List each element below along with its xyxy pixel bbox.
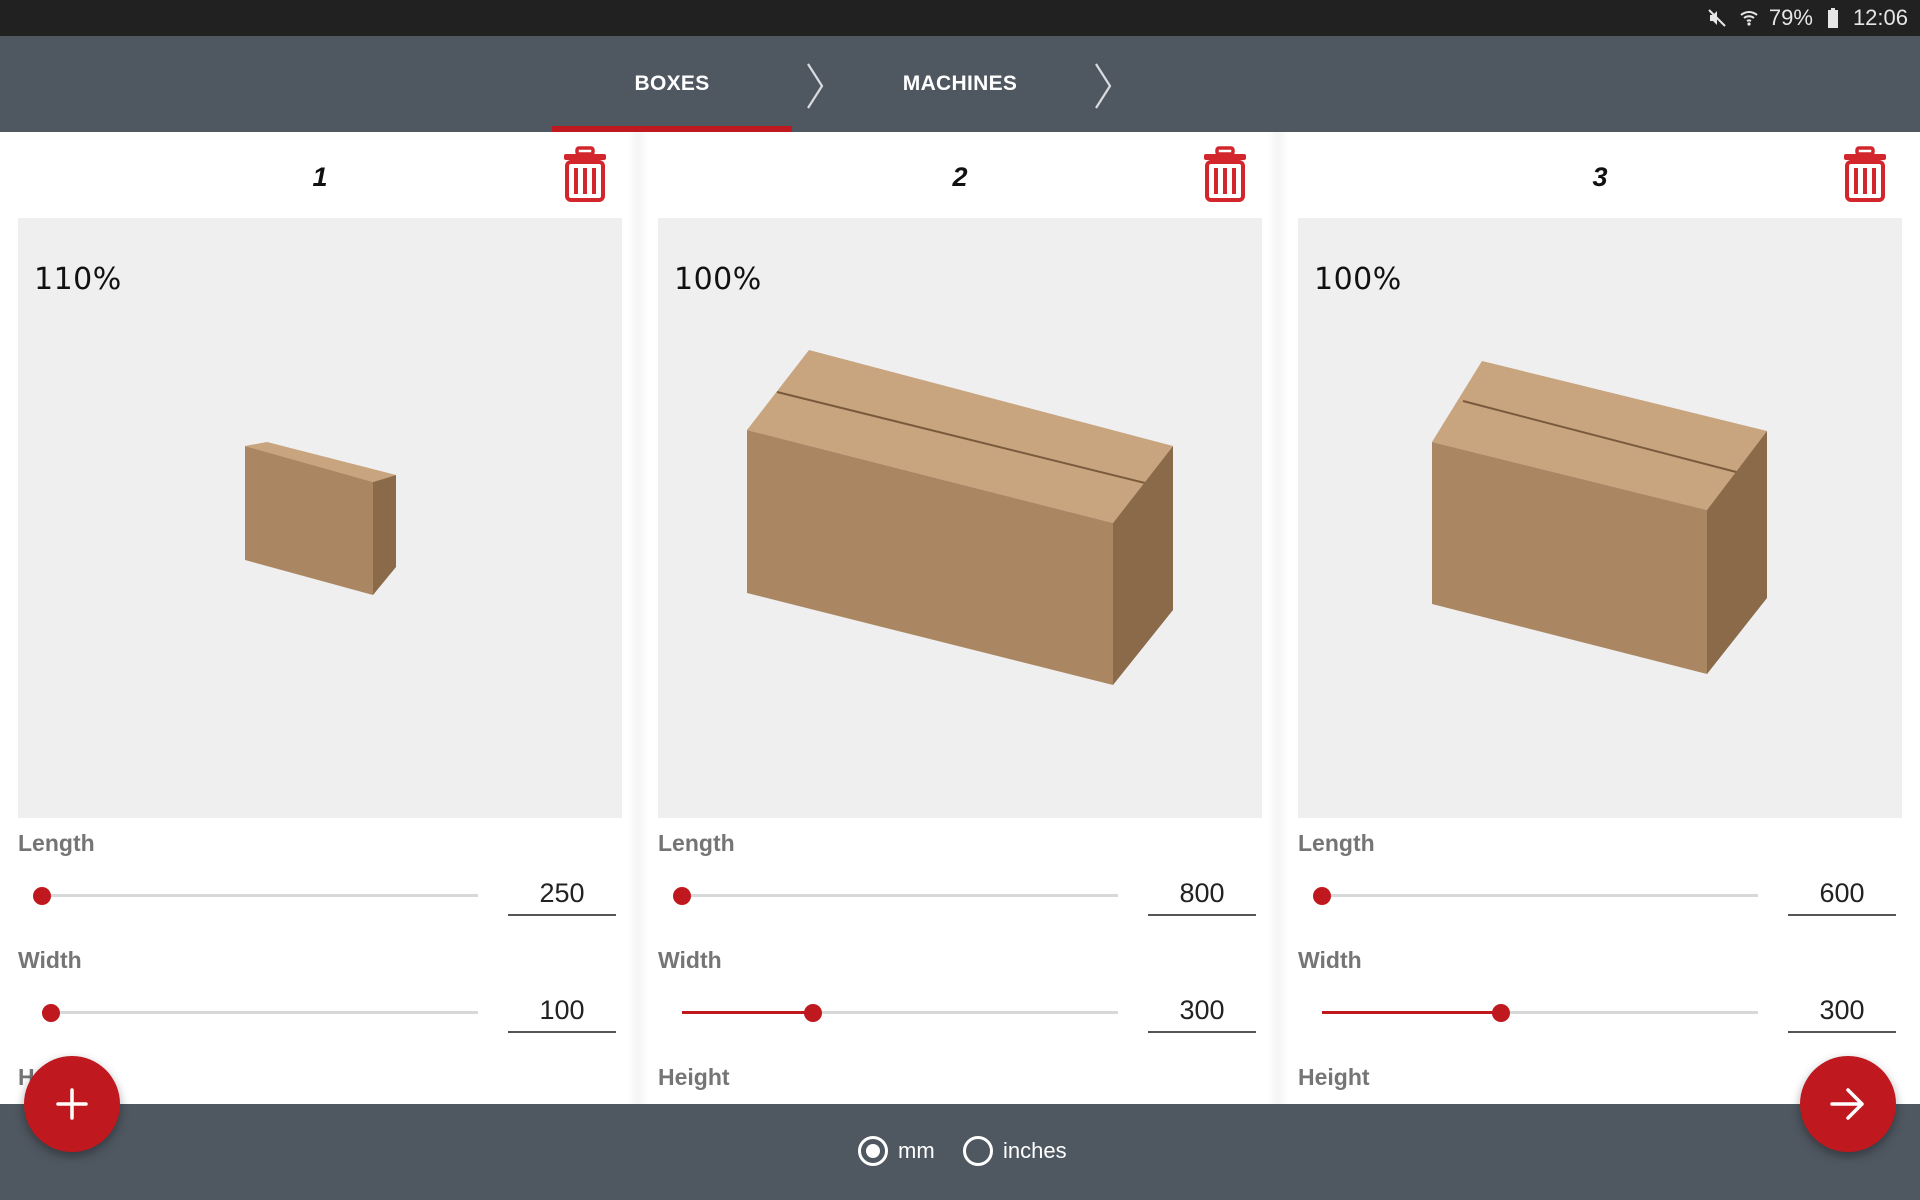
battery-percent: 79% [1768, 5, 1813, 30]
add-box-button[interactable] [24, 1056, 120, 1152]
card-divider [627, 132, 649, 1104]
box-card: 3 100% Length 600 Width 300 Height [1298, 132, 1902, 1104]
length-slider[interactable] [673, 884, 1118, 908]
wifi-icon [1737, 6, 1761, 30]
card-divider [1267, 132, 1289, 1104]
width-input[interactable] [1148, 989, 1256, 1033]
slider-thumb[interactable] [33, 887, 51, 905]
slider-track [1322, 894, 1758, 897]
slider-thumb[interactable] [1313, 887, 1331, 905]
box-card: 1 110% Length 250 Width 100 [18, 132, 622, 1104]
delete-box-button[interactable] [1842, 146, 1888, 202]
length-label: Length [658, 830, 735, 856]
width-input[interactable] [1788, 989, 1896, 1033]
box-preview: 110% [18, 218, 622, 818]
box-title: 3 [1592, 162, 1608, 192]
tab-machines-label: MACHINES [902, 72, 1018, 95]
chevron-right-icon [807, 63, 824, 109]
unit-selector-bar: mm inches [0, 1104, 1920, 1200]
slider-fill [1322, 1011, 1501, 1014]
plus-icon [56, 1088, 88, 1120]
trash-icon [1844, 146, 1886, 202]
height-label: Height [658, 1064, 730, 1090]
box-illustration [747, 350, 1173, 685]
length-input[interactable] [508, 872, 616, 916]
width-slider[interactable] [682, 1001, 1118, 1025]
tab-boxes[interactable]: BOXES [552, 36, 792, 132]
next-step-button[interactable] [1800, 1056, 1896, 1152]
width-label: Width [658, 947, 722, 973]
arrow-right-icon [1830, 1088, 1864, 1120]
box-preview: 100% [1298, 218, 1902, 818]
length-input[interactable] [1148, 872, 1256, 916]
slider-track [42, 894, 478, 897]
radio-inches[interactable] [963, 1136, 993, 1166]
trash-icon [1204, 146, 1246, 202]
trash-icon [564, 146, 606, 202]
top-navigation: BOXES MACHINES [0, 36, 1920, 132]
box-preview: 100% [658, 218, 1262, 818]
width-label: Width [18, 947, 82, 973]
tab-machines[interactable]: MACHINES [840, 36, 1080, 132]
battery-icon [1821, 6, 1845, 30]
width-slider[interactable] [1322, 1001, 1758, 1025]
box-title: 2 [952, 162, 968, 192]
mute-icon [1705, 6, 1729, 30]
width-label: Width [1298, 947, 1362, 973]
chevron-right-icon [1095, 63, 1112, 109]
length-slider[interactable] [1313, 884, 1758, 908]
delete-box-button[interactable] [562, 146, 608, 202]
slider-thumb[interactable] [41, 1004, 60, 1022]
height-label: Height [1298, 1064, 1370, 1090]
slider-thumb[interactable] [673, 887, 691, 905]
status-bar: 79% 12:06 [0, 0, 1920, 36]
boxes-list[interactable]: 1 110% Length 250 Width 100 2 100% Lengt… [0, 132, 1920, 1104]
length-label: Length [1298, 830, 1375, 856]
box-side-face [373, 475, 396, 595]
delete-box-button[interactable] [1202, 146, 1248, 202]
unit-label-mm: mm [898, 1138, 935, 1163]
unit-option-inches[interactable]: inches [963, 1136, 1067, 1166]
slider-thumb[interactable] [1491, 1004, 1510, 1022]
unit-label-inches: inches [1003, 1138, 1067, 1163]
slider-track [682, 894, 1118, 897]
clock: 12:06 [1852, 5, 1908, 30]
slider-thumb[interactable] [803, 1004, 822, 1022]
radio-mm[interactable] [858, 1136, 888, 1166]
length-label: Length [18, 830, 95, 856]
box-card: 2 100% Length 800 Width 300 Height [658, 132, 1262, 1104]
tab-boxes-label: BOXES [634, 72, 710, 95]
length-slider[interactable] [33, 884, 478, 908]
slider-fill [682, 1011, 813, 1014]
box-title: 1 [312, 162, 328, 192]
unit-option-mm[interactable]: mm [858, 1136, 935, 1166]
box-illustration [245, 442, 396, 595]
width-slider[interactable] [41, 1001, 478, 1025]
length-input[interactable] [1788, 872, 1896, 916]
box-illustration [1432, 361, 1767, 674]
width-input[interactable] [508, 989, 616, 1033]
slider-track [42, 1011, 478, 1014]
